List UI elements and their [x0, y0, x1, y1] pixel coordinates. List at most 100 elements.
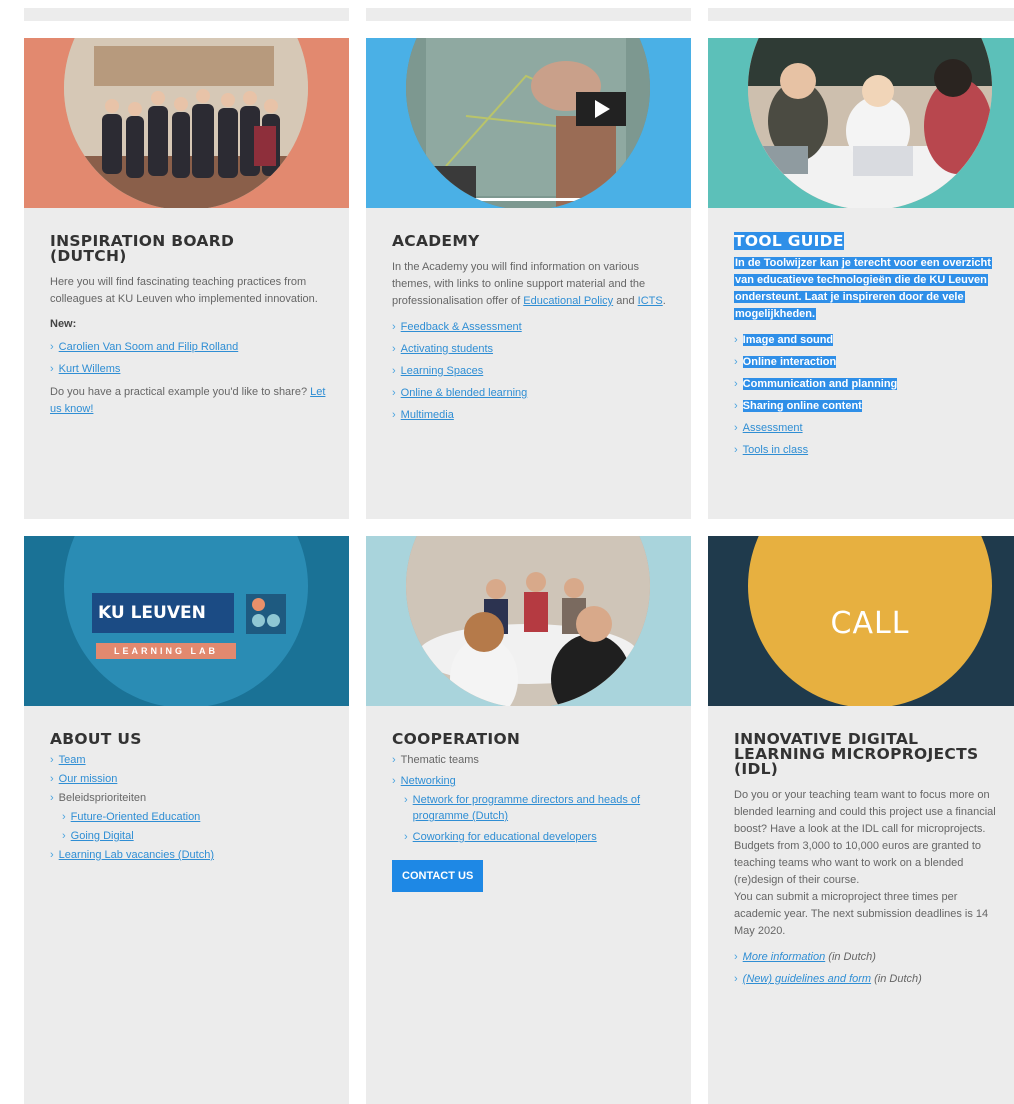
link-suffix: (in Dutch)	[828, 951, 876, 963]
thematic-teams-label: Thematic teams	[400, 754, 479, 766]
chevron-right-icon: ›	[50, 363, 54, 375]
link-sharing[interactable]: Sharing online content	[742, 400, 862, 412]
tool-guide-card: TOOL GUIDE In de Toolwijzer kan je terec…	[708, 38, 1014, 519]
about-list: › Team › Our mission › Beleidsprioriteiten …	[50, 751, 331, 865]
chevron-right-icon: ›	[50, 754, 54, 766]
link-suffix: (in Dutch)	[874, 973, 922, 985]
list-item: › (New) guidelines and form (in Dutch)	[734, 968, 1004, 990]
about-banner[interactable]: KU LEUVEN LEARNING LAB	[24, 536, 349, 706]
link-learning-spaces[interactable]: Learning Spaces	[401, 365, 484, 377]
idl-links: › More information (in Dutch) › (New) guid…	[734, 946, 1004, 990]
chevron-right-icon: ›	[404, 831, 408, 843]
about-card: KU LEUVEN LEARNING LAB ABOUT US › Team › O…	[24, 536, 349, 1104]
cooperation-list: › Thematic teams › Networking	[392, 751, 673, 792]
list-item: › Team	[50, 751, 331, 770]
idl-paragraph-2: You can submit a microproject three time…	[734, 891, 989, 937]
chevron-right-icon: ›	[50, 773, 54, 785]
chevron-right-icon: ›	[734, 356, 738, 368]
ku-leuven-logo: KU LEUVEN LEARNING LAB	[90, 591, 292, 667]
academy-banner[interactable]	[366, 38, 691, 208]
networking-sublist: › Network for programme directors and hea…	[392, 792, 673, 845]
chevron-right-icon: ›	[392, 321, 396, 333]
card-title: ABOUT US	[50, 730, 142, 748]
link-tools-in-class[interactable]: Tools in class	[743, 444, 808, 456]
link-online-blended[interactable]: Online & blended learning	[401, 387, 528, 399]
card-top-strip	[366, 8, 691, 21]
link-guidelines[interactable]: (New) guidelines and form	[743, 973, 871, 985]
new-label: New:	[50, 318, 77, 330]
card-title: TOOL GUIDE	[734, 232, 996, 250]
list-item: › Beleidsprioriteiten	[50, 789, 331, 808]
chevron-right-icon: ›	[392, 409, 396, 421]
cta-text: Do you have a practical example you'd li…	[50, 386, 308, 398]
chevron-right-icon: ›	[404, 794, 408, 806]
inspiration-card: INSPIRATION BOARD (DUTCH) Here you will …	[24, 38, 349, 519]
link-list: › Carolien Van Soom and Filip Rolland › Ku…	[50, 336, 331, 380]
list-item: › Going Digital	[50, 827, 331, 846]
link-feedback[interactable]: Feedback & Assessment	[401, 321, 522, 333]
chevron-right-icon: ›	[734, 378, 738, 390]
link-mission[interactable]: Our mission	[59, 773, 118, 785]
card-title: INNOVATIVE DIGITAL LEARNING MICROPROJECT…	[734, 730, 979, 778]
list-item: › Future-Oriented Education	[50, 808, 331, 827]
video-thumbnail[interactable]	[406, 38, 650, 208]
chevron-right-icon: ›	[392, 365, 396, 377]
academy-card: ACADEMY In the Academy you will find inf…	[366, 38, 691, 519]
and-text: and	[616, 295, 635, 307]
link-more-information[interactable]: More information	[743, 951, 826, 963]
link-team[interactable]: Team	[59, 754, 86, 766]
card-intro: In de Toolwijzer kan je terecht voor een…	[734, 255, 996, 323]
link-future-education[interactable]: Future-Oriented Education	[71, 811, 201, 823]
card-title: INSPIRATION BOARD (DUTCH)	[50, 232, 235, 265]
link-programme-directors[interactable]: Network for programme directors and head…	[413, 792, 673, 824]
link-carolien[interactable]: Carolien Van Soom and Filip Rolland	[59, 341, 239, 353]
inspiration-banner[interactable]	[24, 38, 349, 208]
list-item: › Kurt Willems	[50, 358, 331, 380]
chevron-right-icon: ›	[734, 334, 738, 346]
educational-policy-link[interactable]: Educational Policy	[523, 295, 613, 307]
list-item: › Online & blended learning	[392, 382, 673, 404]
link-communication[interactable]: Communication and planning	[742, 378, 898, 390]
chevron-right-icon: ›	[392, 775, 396, 787]
link-vacancies[interactable]: Learning Lab vacancies (Dutch)	[59, 849, 214, 861]
list-item: › More information (in Dutch)	[734, 946, 1004, 968]
link-activating[interactable]: Activating students	[401, 343, 493, 355]
chevron-right-icon: ›	[392, 387, 396, 399]
chevron-right-icon: ›	[50, 792, 54, 804]
link-image-sound[interactable]: Image and sound	[742, 334, 834, 346]
list-item: › Thematic teams	[392, 751, 673, 770]
list-item: › Image and sound	[734, 329, 996, 351]
list-item: › Sharing online content	[734, 395, 996, 417]
students-photo	[748, 38, 992, 208]
cta-paragraph: Do you have a practical example you'd li…	[50, 384, 331, 418]
chevron-right-icon: ›	[734, 444, 738, 456]
icts-link[interactable]: ICTS	[638, 295, 663, 307]
meeting-photo	[406, 536, 650, 706]
logo-text: KU LEUVEN	[98, 603, 206, 623]
idl-paragraph-1: Do you or your teaching team want to foc…	[734, 789, 996, 886]
link-online-interaction[interactable]: Online interaction	[742, 356, 837, 368]
list-item: › Learning Lab vacancies (Dutch)	[50, 846, 331, 865]
idl-banner[interactable]: CALL	[708, 536, 1014, 706]
link-multimedia[interactable]: Multimedia	[401, 409, 454, 421]
chevron-right-icon: ›	[50, 849, 54, 861]
card-top-strip	[24, 8, 349, 21]
cooperation-banner[interactable]	[366, 536, 691, 706]
list-item: › Online interaction	[734, 351, 996, 373]
list-item: › Networking	[392, 770, 673, 792]
tool-guide-banner[interactable]	[708, 38, 1014, 208]
contact-us-button[interactable]: CONTACT US	[392, 860, 484, 892]
tool-guide-title: TOOL GUIDE	[734, 232, 844, 250]
list-item: › Learning Spaces	[392, 360, 673, 382]
chevron-right-icon: ›	[392, 343, 396, 355]
link-going-digital[interactable]: Going Digital	[71, 830, 134, 842]
link-networking[interactable]: Networking	[401, 775, 456, 787]
beleid-label: Beleidsprioriteiten	[58, 792, 147, 804]
chevron-right-icon: ›	[734, 422, 738, 434]
link-assessment[interactable]: Assessment	[743, 422, 803, 434]
list-item: › Our mission	[50, 770, 331, 789]
link-coworking[interactable]: Coworking for educational developers	[413, 829, 597, 845]
team-photo	[64, 38, 308, 208]
link-kurt[interactable]: Kurt Willems	[59, 363, 121, 375]
logo-subtext: LEARNING LAB	[96, 643, 236, 659]
